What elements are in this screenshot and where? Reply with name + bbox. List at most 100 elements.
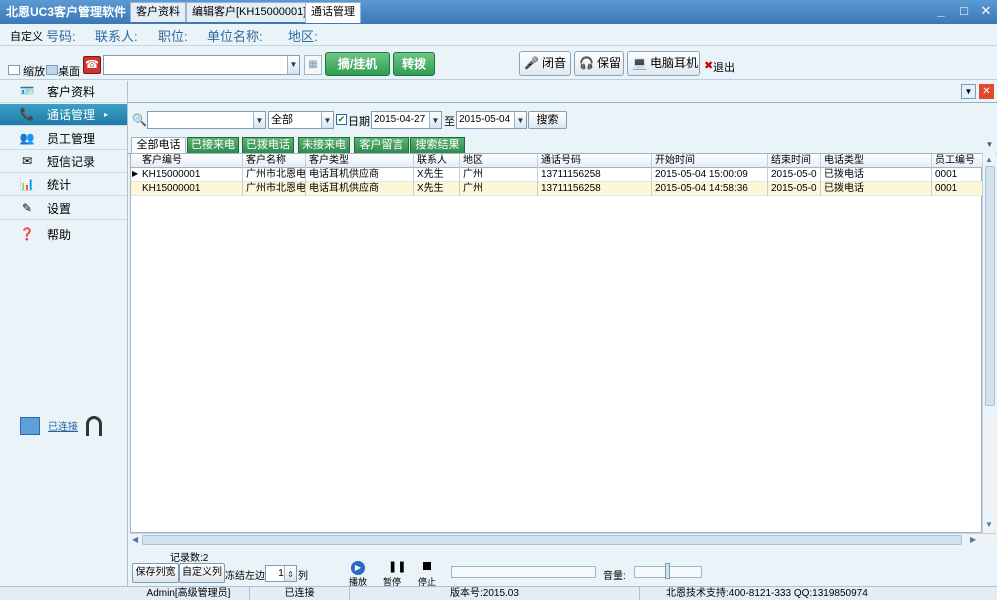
staff-icon: 👥 xyxy=(19,131,35,145)
row-pointer-icon: ▶ xyxy=(132,169,139,178)
call-grid: 客户编号 客户名称 客户类型 联系人 地区 通话号码 开始时间 结束时间 电话类… xyxy=(130,153,983,533)
vertical-scrollbar[interactable]: ▲ ▼ xyxy=(982,153,996,533)
close-button[interactable]: ✕ xyxy=(977,3,995,19)
chevron-down-icon[interactable]: ▼ xyxy=(253,112,265,128)
table-cell: X先生 xyxy=(414,168,460,182)
scroll-up-icon[interactable]: ▲ xyxy=(985,155,993,164)
date-to-input[interactable]: 2015-05-04 ▼ xyxy=(456,111,527,129)
customize-label[interactable]: 自定义 xyxy=(10,28,43,44)
info-region: 地区: xyxy=(288,29,318,44)
shrink-label: 缩放 xyxy=(23,66,45,78)
save-column-width-button[interactable]: 保存列宽 xyxy=(132,563,179,583)
table-row[interactable]: KH15000001 广州市北恩电 电话耳机供应商 X先生 广州 1371115… xyxy=(131,182,983,196)
window-title: 北恩UC3客户管理软件 xyxy=(6,5,127,19)
scroll-right-icon[interactable]: ▶ xyxy=(970,535,976,544)
subtab-messages[interactable]: 客户留言 xyxy=(354,137,409,154)
scroll-left-icon[interactable]: ◀ xyxy=(132,535,138,544)
column-header[interactable]: 客户名称 xyxy=(243,154,306,168)
chevron-down-icon[interactable]: ▼ xyxy=(321,112,333,128)
exit-button[interactable]: 退出 xyxy=(713,59,735,75)
sidebar-item-help[interactable]: ❓ 帮助 xyxy=(0,224,127,246)
volume-thumb[interactable] xyxy=(665,563,670,579)
connection-status: 已连接 xyxy=(48,422,78,433)
table-cell: 广州 xyxy=(460,182,538,196)
sidebar-item-customer[interactable]: 🪪 客户资料 xyxy=(0,81,127,103)
play-icon[interactable]: ▶ xyxy=(351,561,365,575)
column-header[interactable]: 通话号码 xyxy=(538,154,652,168)
tab-customer[interactable]: 客户资料 xyxy=(130,2,186,22)
freeze-count-stepper[interactable]: 1 ⇕ xyxy=(265,565,297,582)
minimize-button[interactable]: _ xyxy=(932,3,950,19)
custom-columns-button[interactable]: 自定义列 xyxy=(179,563,225,583)
transfer-button[interactable]: 转拨 xyxy=(393,52,435,76)
column-header[interactable]: 联系人 xyxy=(414,154,460,168)
column-header[interactable]: 地区 xyxy=(460,154,538,168)
table-cell: 2015-05-04 15:00:09 xyxy=(652,168,768,182)
chevron-down-icon[interactable]: ▼ xyxy=(287,56,299,74)
sidebar-item-staff[interactable]: 👥 员工管理 xyxy=(0,128,127,150)
horizontal-scrollbar[interactable]: ◀ ▶ xyxy=(130,533,996,546)
shrink-checkbox[interactable] xyxy=(8,65,20,75)
table-cell: 0001 xyxy=(932,182,983,196)
date-to-label: 至 xyxy=(444,116,455,128)
table-cell: 13711156258 xyxy=(538,182,652,196)
desktop-icon[interactable] xyxy=(46,65,58,75)
status-bar: Admin[高级管理员] 已连接 版本号:2015.03 北恩技术支持:400-… xyxy=(0,586,997,600)
scope-select[interactable]: 全部 ▼ xyxy=(268,111,334,129)
table-cell: KH15000001 xyxy=(139,182,243,196)
subtab-search-results[interactable]: 搜索结果 xyxy=(410,137,465,154)
close-tab-icon[interactable]: ✕ xyxy=(979,84,994,99)
chevron-down-icon[interactable]: ▼ xyxy=(514,112,526,128)
sidebar-item-call-management[interactable]: 📞 通话管理 ▸ xyxy=(0,104,127,126)
sidebar-item-sms[interactable]: ✉ 短信记录 xyxy=(0,151,127,173)
table-cell: 13711156258 xyxy=(538,168,652,182)
status-version: 版本号:2015.03 xyxy=(350,587,640,600)
scroll-down-icon[interactable]: ▼ xyxy=(985,520,993,529)
tab-call-management[interactable]: 通话管理 xyxy=(305,2,361,23)
column-header[interactable]: 电话类型 xyxy=(821,154,932,168)
keyword-combo[interactable]: ▼ xyxy=(147,111,266,129)
maximize-button[interactable]: □ xyxy=(955,3,973,19)
table-cell: KH15000001 xyxy=(139,168,243,182)
date-checkbox[interactable]: ✔ xyxy=(336,114,347,125)
column-header[interactable]: 员工编号 xyxy=(932,154,983,168)
settings-icon: ✎ xyxy=(21,201,33,215)
hscroll-thumb[interactable] xyxy=(142,535,962,545)
info-position: 职位: xyxy=(158,29,188,44)
chevron-down-icon[interactable]: ▼ xyxy=(429,112,441,128)
hold-button[interactable]: 🎧 保留 xyxy=(574,51,624,76)
search-button[interactable]: 搜索 xyxy=(528,111,567,129)
pc-headset-button[interactable]: 💻 电脑耳机 xyxy=(627,51,700,76)
keypad-icon[interactable]: ▦ xyxy=(304,55,322,75)
subtab-received[interactable]: 已接来电 xyxy=(187,137,239,154)
column-header[interactable]: 客户编号 xyxy=(139,154,243,168)
table-cell: 2015-05-0 xyxy=(768,182,821,196)
mute-button[interactable]: 🎤 闭音 xyxy=(519,51,571,76)
column-header[interactable]: 开始时间 xyxy=(652,154,768,168)
phone-icon[interactable]: ☎ xyxy=(83,56,101,74)
computer-icon xyxy=(20,417,40,435)
scroll-thumb[interactable] xyxy=(985,166,995,406)
pause-icon[interactable]: ❚❚ xyxy=(388,560,406,573)
stepper-icon[interactable]: ⇕ xyxy=(284,566,296,581)
subtab-dropdown-icon[interactable]: ▼ xyxy=(984,139,995,150)
date-from-input[interactable]: 2015-04-27 ▼ xyxy=(371,111,442,129)
column-header[interactable]: 客户类型 xyxy=(306,154,414,168)
date-label: 日期 xyxy=(348,116,370,128)
sidebar-item-stats[interactable]: 📊 统计 xyxy=(0,174,127,196)
record-count: 记录数:2 xyxy=(170,553,209,564)
tabs-dropdown-icon[interactable]: ▼ xyxy=(961,84,976,99)
playback-progress-slider[interactable] xyxy=(451,566,596,578)
status-user: Admin[高级管理员] xyxy=(128,587,250,600)
stop-icon[interactable] xyxy=(423,562,431,570)
sidebar-item-settings[interactable]: ✎ 设置 xyxy=(0,198,127,220)
answer-hangup-button[interactable]: 摘/挂机 xyxy=(325,52,390,76)
column-header[interactable]: 结束时间 xyxy=(768,154,821,168)
exit-icon[interactable]: ✖ xyxy=(704,59,713,72)
dial-number-input[interactable]: ▼ xyxy=(103,55,300,75)
subtab-dialed[interactable]: 已拨电话 xyxy=(242,137,294,154)
tab-edit-customer[interactable]: 编辑客户[KH15000001] xyxy=(186,2,313,22)
subtab-missed[interactable]: 未接来电 xyxy=(298,137,350,154)
table-row[interactable]: ▶ KH15000001 广州市北恩电 电话耳机供应商 X先生 广州 13711… xyxy=(131,168,983,182)
table-cell: 电话耳机供应商 xyxy=(306,168,414,182)
